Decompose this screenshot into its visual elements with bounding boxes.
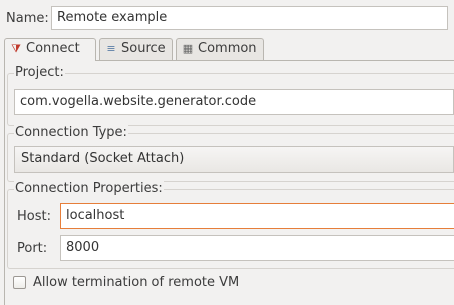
- tab-common[interactable]: ▦ Common: [176, 38, 264, 60]
- debug-connect-icon: ⧩: [11, 42, 21, 55]
- connection-type-title: Connection Type:: [14, 125, 128, 141]
- name-label: Name:: [6, 11, 49, 26]
- tab-common-label: Common: [198, 41, 257, 56]
- source-icon: ≡: [106, 42, 116, 55]
- connection-properties-title: Connection Properties:: [14, 181, 164, 197]
- name-input[interactable]: Remote example: [51, 6, 448, 30]
- allow-termination-checkbox[interactable]: [13, 276, 26, 289]
- connection-type-dropdown[interactable]: Standard (Socket Attach): [14, 146, 454, 173]
- port-input[interactable]: 8000: [60, 235, 454, 261]
- tab-connect[interactable]: ⧩ Connect: [4, 38, 96, 61]
- project-group-title: Project:: [14, 65, 65, 81]
- host-input[interactable]: localhost: [60, 203, 454, 229]
- port-label: Port:: [17, 241, 48, 256]
- allow-termination-label[interactable]: Allow termination of remote VM: [33, 275, 239, 291]
- tab-source-label: Source: [121, 41, 166, 56]
- host-label: Host:: [17, 209, 51, 224]
- tab-connect-label: Connect: [26, 41, 80, 56]
- common-icon: ▦: [182, 42, 194, 55]
- tab-source[interactable]: ≡ Source: [99, 38, 173, 60]
- project-field[interactable]: com.vogella.website.generator.code: [14, 89, 454, 115]
- tab-strip: ⧩ Connect ≡ Source ▦ Common: [4, 38, 454, 61]
